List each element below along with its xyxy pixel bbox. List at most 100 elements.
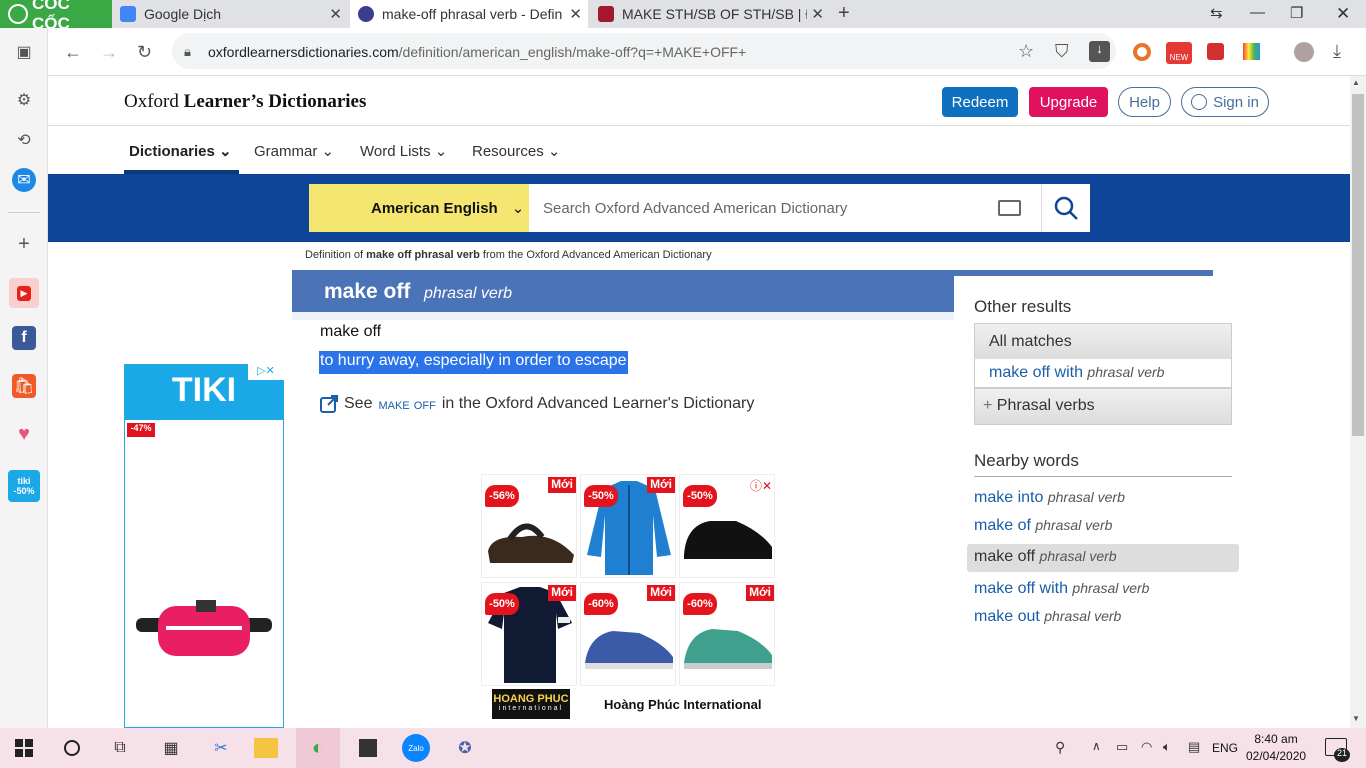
profile-avatar[interactable]	[1294, 42, 1314, 62]
waist-bag-image	[136, 600, 272, 656]
other-results-title: Other results	[974, 297, 1072, 316]
add-icon[interactable]: +	[12, 232, 36, 256]
app-icon[interactable]: ▦	[157, 734, 185, 762]
keyboard-icon[interactable]	[998, 200, 1021, 216]
volume-icon[interactable]: 🔈︎	[1163, 739, 1171, 755]
settings-gear-icon[interactable]: ⚙	[12, 88, 36, 112]
product-shoe[interactable]: -50% ⓘ✕	[679, 474, 775, 578]
search-button[interactable]	[1041, 184, 1090, 232]
headword-shadow	[292, 312, 954, 320]
download-icon[interactable]: ⤓	[1333, 41, 1341, 62]
cambridge-favicon-icon	[598, 6, 614, 22]
all-matches-accordion[interactable]: All matches	[974, 323, 1232, 360]
tab-google-translate[interactable]: Google Dịch ✕	[112, 0, 348, 28]
ad-info-icon[interactable]: ⓘ✕	[750, 477, 772, 494]
nearby-word-item[interactable]: make off with phrasal verb	[974, 580, 1149, 598]
upgrade-button[interactable]: Upgrade	[1029, 87, 1108, 117]
nav-word-lists[interactable]: Word Lists ⌄	[360, 142, 447, 160]
language-indicator[interactable]: ENG	[1212, 741, 1238, 755]
maximize-button[interactable]: ❐	[1290, 4, 1303, 22]
ad-choices-icon[interactable]: ▷✕	[248, 364, 284, 380]
forward-icon[interactable]: →	[100, 42, 118, 63]
part-of-speech: phrasal verb	[424, 285, 513, 302]
nearby-word-current[interactable]: make off phrasal verb	[974, 548, 1117, 566]
nav-dictionaries[interactable]: Dictionaries ⌄	[129, 142, 232, 160]
phrasal-verbs-accordion[interactable]: + Phrasal verbs	[974, 388, 1232, 425]
chevron-down-icon: ⌄	[219, 143, 232, 160]
monitor-icon[interactable]: ▤	[1188, 739, 1200, 755]
dictionary-selector[interactable]: American English ⌄	[309, 184, 529, 232]
scrollbar-thumb[interactable]	[1352, 94, 1364, 436]
coccoc-taskbar-icon[interactable]: ◐	[304, 734, 332, 762]
coccoc-logo[interactable]: CỐC CỐC	[0, 0, 112, 33]
product-jacket[interactable]: -50% Mới	[580, 474, 676, 578]
help-button[interactable]: Help	[1118, 87, 1171, 117]
lock-icon[interactable]: 🔒︎	[184, 44, 191, 60]
product-sandal[interactable]: -56% Mới	[481, 474, 577, 578]
close-tab-icon[interactable]: ✕	[811, 5, 824, 23]
taskbar-clock[interactable]: 8:40 am 02/04/2020	[1246, 731, 1306, 765]
search-icon	[1054, 196, 1078, 220]
bookmark-star-icon[interactable]: ☆	[1018, 41, 1034, 62]
nearby-word-item[interactable]: make into phrasal verb	[974, 489, 1125, 507]
tab-oxford[interactable]: make-off phrasal verb - Defin ✕	[350, 0, 588, 28]
new-tab-button[interactable]: +	[838, 2, 850, 25]
nav-resources[interactable]: Resources ⌄	[472, 142, 560, 160]
task-view-icon[interactable]: ⧉	[106, 734, 134, 762]
sign-in-button[interactable]: Sign in	[1181, 87, 1269, 117]
scroll-down-arrow[interactable]: ▼	[1352, 714, 1360, 723]
ad-brand-name[interactable]: Hoàng Phúc International	[604, 697, 761, 712]
product-blue-sneaker[interactable]: -60% Mới	[580, 582, 676, 686]
file-explorer-icon[interactable]	[254, 738, 278, 758]
battery-icon[interactable]: ▭	[1116, 739, 1128, 755]
product-teal-sneaker[interactable]: -60% Mới	[679, 582, 775, 686]
tab-cambridge[interactable]: MAKE STH/SB OF STH/SB | Đị ✕	[590, 0, 830, 28]
close-tab-icon[interactable]: ✕	[569, 5, 582, 23]
plus-icon: +	[983, 397, 993, 414]
messenger-icon[interactable]: ✉	[12, 168, 36, 192]
reload-icon[interactable]: ↻	[137, 42, 152, 63]
facebook-icon[interactable]: f	[12, 326, 36, 350]
shield-icon[interactable]: ⛉	[1055, 41, 1069, 62]
zalo-icon[interactable]: Zalo	[402, 734, 430, 762]
hoang-phuc-logo[interactable]: HOANG PHUC international	[492, 689, 570, 719]
app-star-icon[interactable]: ✪	[451, 734, 479, 762]
restore-tabs-icon[interactable]: ⇆	[1210, 4, 1223, 22]
wifi-icon[interactable]: ◠	[1141, 739, 1152, 755]
nearby-word-item[interactable]: make out phrasal verb	[974, 608, 1121, 626]
history-icon[interactable]: ⟲	[12, 128, 36, 152]
start-button[interactable]	[10, 734, 38, 762]
news-extension-icon[interactable]: NEW	[1166, 42, 1192, 64]
extension-icon[interactable]	[1133, 43, 1151, 61]
scroll-up-arrow[interactable]: ▲	[1352, 78, 1360, 87]
download-manager-icon[interactable]: ↓	[1089, 41, 1110, 62]
minimize-button[interactable]: —	[1250, 4, 1265, 21]
youtube-icon[interactable]: ▶	[9, 278, 39, 308]
people-icon[interactable]: ⚲	[1055, 739, 1065, 756]
nearby-word-item[interactable]: make of phrasal verb	[974, 517, 1112, 535]
close-tab-icon[interactable]: ✕	[329, 5, 342, 23]
back-icon[interactable]: ←	[64, 42, 82, 63]
close-window-button[interactable]: ✕	[1336, 4, 1350, 24]
shopee-icon[interactable]: 🛍︎	[12, 374, 36, 398]
product-ad[interactable]: -56% Mới -50% Mới -50% ⓘ✕ -50% Mới -60% …	[481, 474, 777, 686]
see-also-link[interactable]: make off	[378, 396, 435, 413]
tiki-sidebar-icon[interactable]: tiki -50%	[8, 470, 40, 502]
extension-color-icon[interactable]	[1243, 43, 1260, 60]
site-logo[interactable]: Oxford Learner’s Dictionaries	[124, 91, 366, 113]
nav-grammar[interactable]: Grammar ⌄	[254, 142, 334, 160]
extension-red-icon[interactable]	[1207, 43, 1224, 60]
sidebar-divider	[8, 212, 40, 213]
search-input[interactable]: Search Oxford Advanced American Dictiona…	[529, 184, 1041, 232]
sidebar-toggle-icon[interactable]: ▣	[12, 40, 36, 64]
url-text[interactable]: oxfordlearnersdictionaries.com/definitio…	[208, 44, 746, 60]
product-polo[interactable]: -50% Mới	[481, 582, 577, 686]
snipping-tool-icon[interactable]: ✂	[207, 734, 235, 762]
tray-chevron-icon[interactable]: ∧	[1092, 739, 1101, 753]
sticky-notes-icon[interactable]	[354, 734, 382, 762]
search-circle-icon[interactable]	[58, 734, 86, 762]
definition-source-note: Definition of make off phrasal verb from…	[305, 249, 712, 261]
redeem-button[interactable]: Redeem	[942, 87, 1018, 117]
other-result-item[interactable]: make off with phrasal verb	[974, 359, 1232, 388]
heart-icon[interactable]: ♥	[12, 422, 36, 446]
